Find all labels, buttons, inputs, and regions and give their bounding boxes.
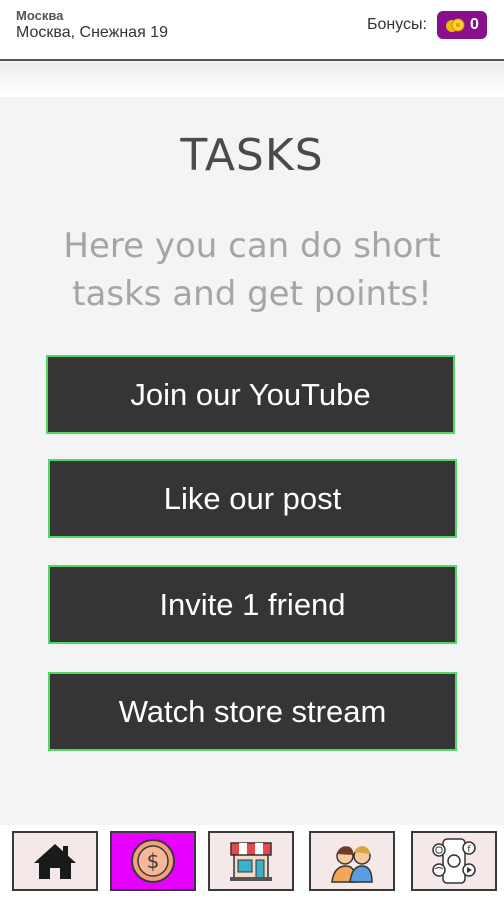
task-join-youtube-button[interactable]: Join our YouTube <box>46 355 455 434</box>
store-icon <box>230 842 272 881</box>
bottom-nav: $ f <box>0 825 504 900</box>
nav-home-button[interactable] <box>12 831 98 891</box>
page-title: TASKS <box>180 130 324 181</box>
nav-social-button[interactable]: f <box>411 831 497 891</box>
nav-store-button[interactable] <box>208 831 294 891</box>
task-like-post-button[interactable]: Like our post <box>48 459 457 538</box>
header-divider <box>0 63 504 97</box>
home-icon <box>34 844 76 879</box>
nav-tasks-button[interactable]: $ <box>110 831 196 891</box>
svg-text:$: $ <box>147 849 160 873</box>
header: Москва Москва, Снежная 19 Бонусы: 0 <box>0 0 504 61</box>
dollar-coin-icon: $ <box>131 839 175 883</box>
bonus-label: Бонусы: <box>367 16 427 33</box>
friends-icon <box>331 846 373 883</box>
delivery-address[interactable]: Москва, Снежная 19 <box>16 24 168 42</box>
city-name[interactable]: Москва <box>16 8 63 23</box>
task-watch-stream-button[interactable]: Watch store stream <box>48 672 457 751</box>
bonus-badge[interactable]: 0 <box>437 11 487 39</box>
bonus-count: 0 <box>470 16 479 33</box>
nav-friends-button[interactable] <box>309 831 395 891</box>
coins-icon <box>446 18 465 32</box>
page-subtitle: Here you can do short tasks and get poin… <box>63 226 441 314</box>
social-media-icon: f <box>432 838 476 884</box>
task-invite-friend-button[interactable]: Invite 1 friend <box>48 565 457 644</box>
